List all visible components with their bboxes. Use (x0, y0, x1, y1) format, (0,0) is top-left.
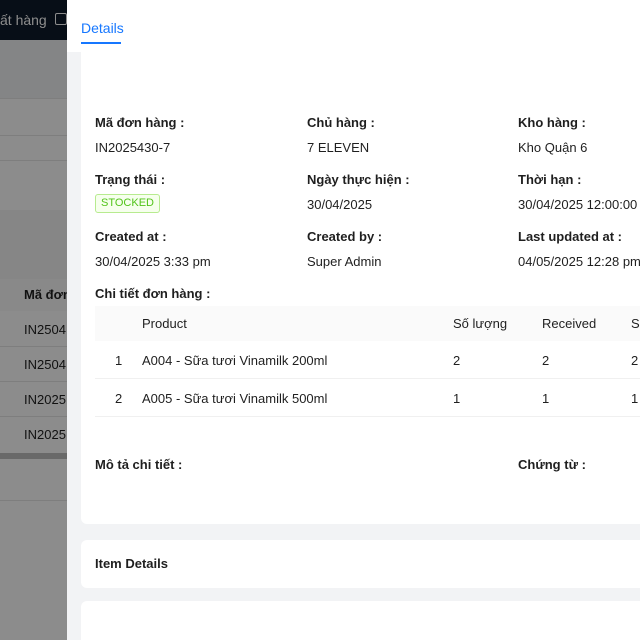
item-details-card: Item Details (81, 540, 640, 588)
tab-bar: Details (67, 0, 640, 52)
details-drawer: Details Mã đơn hàng : IN2025430-7 Chủ hà… (67, 0, 640, 640)
created-by-label: Created by : (307, 229, 383, 244)
row-s: 1 (631, 391, 639, 406)
row-index: 2 (115, 391, 123, 406)
documents-label: Chứng từ : (518, 457, 586, 472)
table-row: 1 A004 - Sữa tươi Vinamilk 200ml 2 2 2 (95, 341, 640, 379)
order-code-value: IN2025430-7 (95, 140, 171, 155)
order-detail-title: Chi tiết đơn hàng : (95, 286, 211, 301)
status-badge: STOCKED (95, 194, 160, 213)
table-row: 2 A005 - Sữa tươi Vinamilk 500ml 1 1 1 (95, 379, 640, 417)
column-header-received: Received (542, 316, 597, 331)
owner-label: Chủ hàng : (307, 115, 375, 130)
warehouse-value: Kho Quận 6 (518, 140, 588, 155)
row-received: 1 (542, 391, 550, 406)
updated-at-label: Last updated at : (518, 229, 623, 244)
warehouse-label: Kho hàng : (518, 115, 586, 130)
additional-card (81, 601, 640, 640)
owner-value: 7 ELEVEN (307, 140, 370, 155)
row-product: A004 - Sữa tươi Vinamilk 200ml (142, 353, 328, 368)
row-quantity: 1 (453, 391, 461, 406)
deadline-label: Thời hạn : (518, 172, 582, 187)
created-by-value: Super Admin (307, 254, 382, 269)
status-label: Trạng thái : (95, 172, 166, 187)
item-details-title: Item Details (95, 556, 168, 571)
row-received: 2 (542, 353, 550, 368)
order-code-label: Mã đơn hàng : (95, 115, 185, 130)
tab-details[interactable]: Details (81, 20, 124, 36)
row-quantity: 2 (453, 353, 461, 368)
updated-at-value: 04/05/2025 12:28 pm (518, 254, 640, 269)
exec-date-label: Ngày thực hiện : (307, 172, 410, 187)
order-info-card: Mã đơn hàng : IN2025430-7 Chủ hàng : 7 E… (81, 52, 640, 524)
column-header-product: Product (142, 316, 187, 331)
row-product: A005 - Sữa tươi Vinamilk 500ml (142, 391, 328, 406)
active-tab-indicator (81, 42, 121, 44)
row-index: 1 (115, 353, 123, 368)
deadline-value: 30/04/2025 12:00:00 (518, 197, 638, 212)
column-header-s: S (631, 316, 640, 331)
column-header-quantity: Số lượng (453, 316, 508, 331)
exec-date-value: 30/04/2025 (307, 197, 373, 212)
detail-table-header: Product Số lượng Received S (95, 306, 640, 341)
description-label: Mô tả chi tiết : (95, 457, 183, 472)
row-s: 2 (631, 353, 639, 368)
created-at-label: Created at : (95, 229, 167, 244)
created-at-value: 30/04/2025 3:33 pm (95, 254, 211, 269)
